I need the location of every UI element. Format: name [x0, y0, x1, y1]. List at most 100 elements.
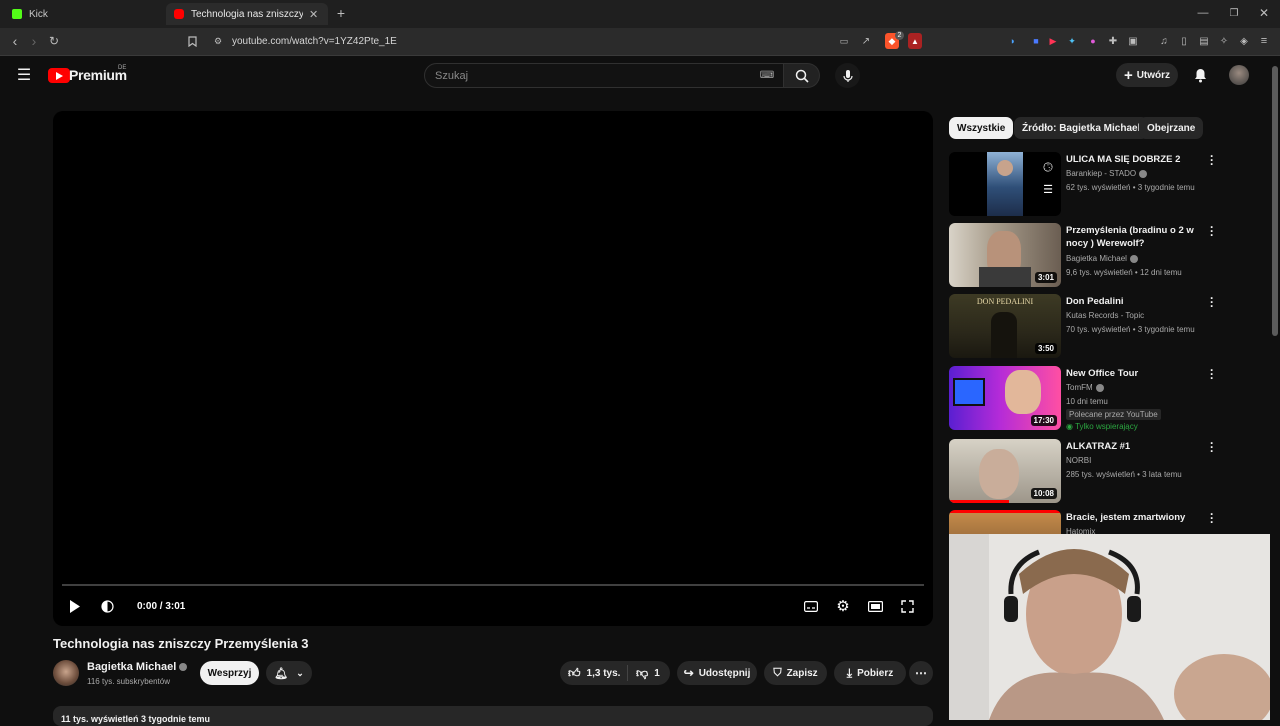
close-tab-icon[interactable]: ✕ [309, 8, 318, 21]
bookmark-icon[interactable] [185, 34, 199, 48]
search-input[interactable]: Szukaj [424, 63, 784, 88]
support-button[interactable]: Wesprzyj [200, 661, 259, 685]
create-label: Utwórz [1136, 69, 1171, 81]
channel-name-row[interactable]: Bagietka Michael [87, 661, 188, 673]
keyboard-icon[interactable]: ⌨ [760, 69, 774, 81]
recommendation-item[interactable]: 10:08 ALKATRAZ #1 NORBI 285 tys. wyświet… [949, 437, 1219, 505]
address-bar[interactable]: youtube.com/watch?v=1YZ42Pte_1E [232, 36, 397, 47]
recommendation-item[interactable]: 🕓︎ ☰ ULICA MA SIĘ DOBRZE 2 Barankiep - S… [949, 150, 1219, 218]
description-box[interactable]: 11 tys. wyświetleń 3 tygodnie temu [53, 706, 933, 726]
more-actions-button[interactable]: ⋯ [909, 661, 933, 685]
recommendation-meta: 62 tys. wyświetleń • 3 tygodnie temu [1066, 183, 1195, 192]
minimize-icon[interactable]: — [1196, 6, 1210, 20]
tab-kick[interactable]: Kick [4, 3, 164, 25]
recommendation-title[interactable]: ULICA MA SIĘ DOBRZE 2 [1066, 153, 1196, 166]
voice-search-button[interactable] [835, 63, 860, 88]
video-thumbnail[interactable]: 10:08 [949, 439, 1061, 503]
vpn-icon[interactable]: ◈ [1238, 35, 1250, 47]
leo-icon[interactable]: ✧ [1218, 35, 1230, 47]
forward-icon[interactable]: › [27, 33, 41, 49]
screenshot-icon[interactable]: ▣ [1127, 35, 1139, 47]
search-button[interactable] [784, 63, 820, 88]
fullscreen-button[interactable] [899, 597, 915, 615]
shield-badge: 2 [895, 31, 904, 40]
dislike-button[interactable]: 👎︎ 1 [628, 666, 660, 681]
duration-badge: 10:08 [1030, 488, 1057, 499]
video-thumbnail[interactable]: 3:01 [949, 223, 1061, 287]
settings-gear-icon[interactable]: ⚙ [835, 597, 851, 615]
recommendation-item[interactable]: DON PEDALINI 3:50 Don Pedalini Kutas Rec… [949, 292, 1219, 360]
extension-5-icon[interactable]: ● [1087, 35, 1099, 47]
rewards-icon[interactable]: ▲ [908, 33, 922, 49]
video-thumbnail[interactable]: 17:30 [949, 366, 1061, 430]
duration-badge: 17:30 [1030, 415, 1057, 426]
chip-all[interactable]: Wszystkie [949, 117, 1014, 139]
recommendation-title[interactable]: Przemyślenia (bradinu o 2 w nocy ) Werew… [1066, 224, 1196, 250]
page-scrollbar[interactable] [1270, 58, 1280, 720]
more-options-icon[interactable]: · · · [1208, 437, 1216, 457]
reload-icon[interactable]: ↻ [47, 34, 61, 48]
theater-mode-button[interactable] [867, 597, 883, 615]
account-avatar[interactable] [1229, 65, 1249, 85]
scrollbar-thumb[interactable] [1272, 66, 1278, 336]
new-tab-icon[interactable]: + [334, 5, 348, 21]
channel-name[interactable]: Bagietka Michael [87, 661, 176, 673]
sidebar-icon[interactable]: ▯ [1178, 35, 1190, 47]
webcam-overlay [949, 534, 1280, 720]
wallet-icon[interactable]: ▤ [1198, 35, 1210, 47]
like-button[interactable]: 👍︎ 1,3 tys. [560, 665, 628, 681]
recommendation-title[interactable]: Don Pedalini [1066, 295, 1196, 308]
recommendation-title[interactable]: New Office Tour [1066, 367, 1196, 380]
bell-icon: 🔔︎ [274, 667, 289, 680]
site-info-icon[interactable]: ⚙ [212, 35, 224, 47]
like-dislike-group: 👍︎ 1,3 tys. 👎︎ 1 [560, 661, 670, 685]
extensions-icon[interactable]: ✚ [1107, 35, 1119, 47]
media-icon[interactable]: ♫ [1158, 35, 1170, 47]
video-thumbnail[interactable]: DON PEDALINI 3:50 [949, 294, 1061, 358]
notifications-icon[interactable] [1192, 66, 1208, 84]
more-options-icon[interactable]: · · · [1208, 364, 1216, 384]
extension-4-icon[interactable]: ✦ [1066, 35, 1078, 47]
share-button[interactable]: ↪ Udostępnij [677, 661, 757, 685]
video-progress-bar[interactable] [62, 584, 924, 586]
microphone-icon [842, 69, 853, 82]
chip-source-channel[interactable]: Źródło: Bagietka Michael [1014, 117, 1149, 139]
back-icon[interactable]: ‹ [8, 33, 22, 49]
create-button[interactable]: + Utwórz [1116, 63, 1178, 87]
more-options-icon[interactable]: · · · [1208, 292, 1216, 312]
watch-later-icon[interactable]: 🕓︎ [1041, 160, 1055, 174]
subtitles-button[interactable] [803, 597, 819, 615]
verified-icon [1095, 383, 1104, 392]
tab-youtube[interactable]: Technologia nas zniszczy Przemy ✕ [166, 3, 328, 25]
close-window-icon[interactable]: ✕ [1257, 6, 1271, 20]
save-button[interactable]: ⛉ Zapisz [764, 661, 827, 685]
recommendation-channel: Barankiep - STADO [1066, 169, 1148, 178]
recommendation-title[interactable]: Bracie, jestem zmartwiony [1066, 511, 1196, 524]
share-icon[interactable]: ↗ [860, 35, 872, 47]
notification-bell-button[interactable]: 🔔︎ ⌄ [266, 661, 312, 685]
play-button[interactable] [66, 597, 82, 615]
extension-2-icon[interactable]: ■ [1030, 35, 1042, 47]
youtube-logo-icon[interactable] [48, 68, 70, 83]
more-options-icon[interactable]: · · · [1208, 221, 1216, 241]
thumbs-down-icon: 👎︎ [636, 665, 649, 680]
subscriber-count: 116 tys. subskrybentów [87, 677, 171, 686]
more-options-icon[interactable]: · · · [1208, 150, 1216, 170]
cast-icon[interactable]: ▭ [838, 35, 850, 47]
download-button[interactable]: ⤓ Pobierz [834, 661, 906, 685]
extension-1-icon[interactable]: ◑ [1006, 35, 1018, 47]
more-options-icon[interactable]: · · · [1208, 508, 1216, 528]
search-icon [795, 69, 809, 83]
add-to-queue-icon[interactable]: ☰ [1041, 182, 1055, 196]
restore-icon[interactable]: ❐ [1227, 6, 1241, 20]
chip-watched[interactable]: Obejrzane [1139, 117, 1204, 139]
recommendation-title[interactable]: ALKATRAZ #1 [1066, 440, 1196, 453]
video-player[interactable] [53, 111, 933, 626]
menu-icon[interactable]: ≡ [1258, 35, 1270, 47]
extension-3-icon[interactable]: ▶ [1047, 35, 1059, 47]
channel-avatar[interactable] [53, 660, 79, 686]
recommendation-item[interactable]: 17:30 New Office Tour TomFM 10 dni temu … [949, 364, 1219, 432]
recommendation-item[interactable]: 3:01 Przemyślenia (bradinu o 2 w nocy ) … [949, 221, 1219, 289]
volume-button[interactable] [99, 597, 115, 615]
guide-menu-icon[interactable]: ☰ [15, 67, 33, 84]
